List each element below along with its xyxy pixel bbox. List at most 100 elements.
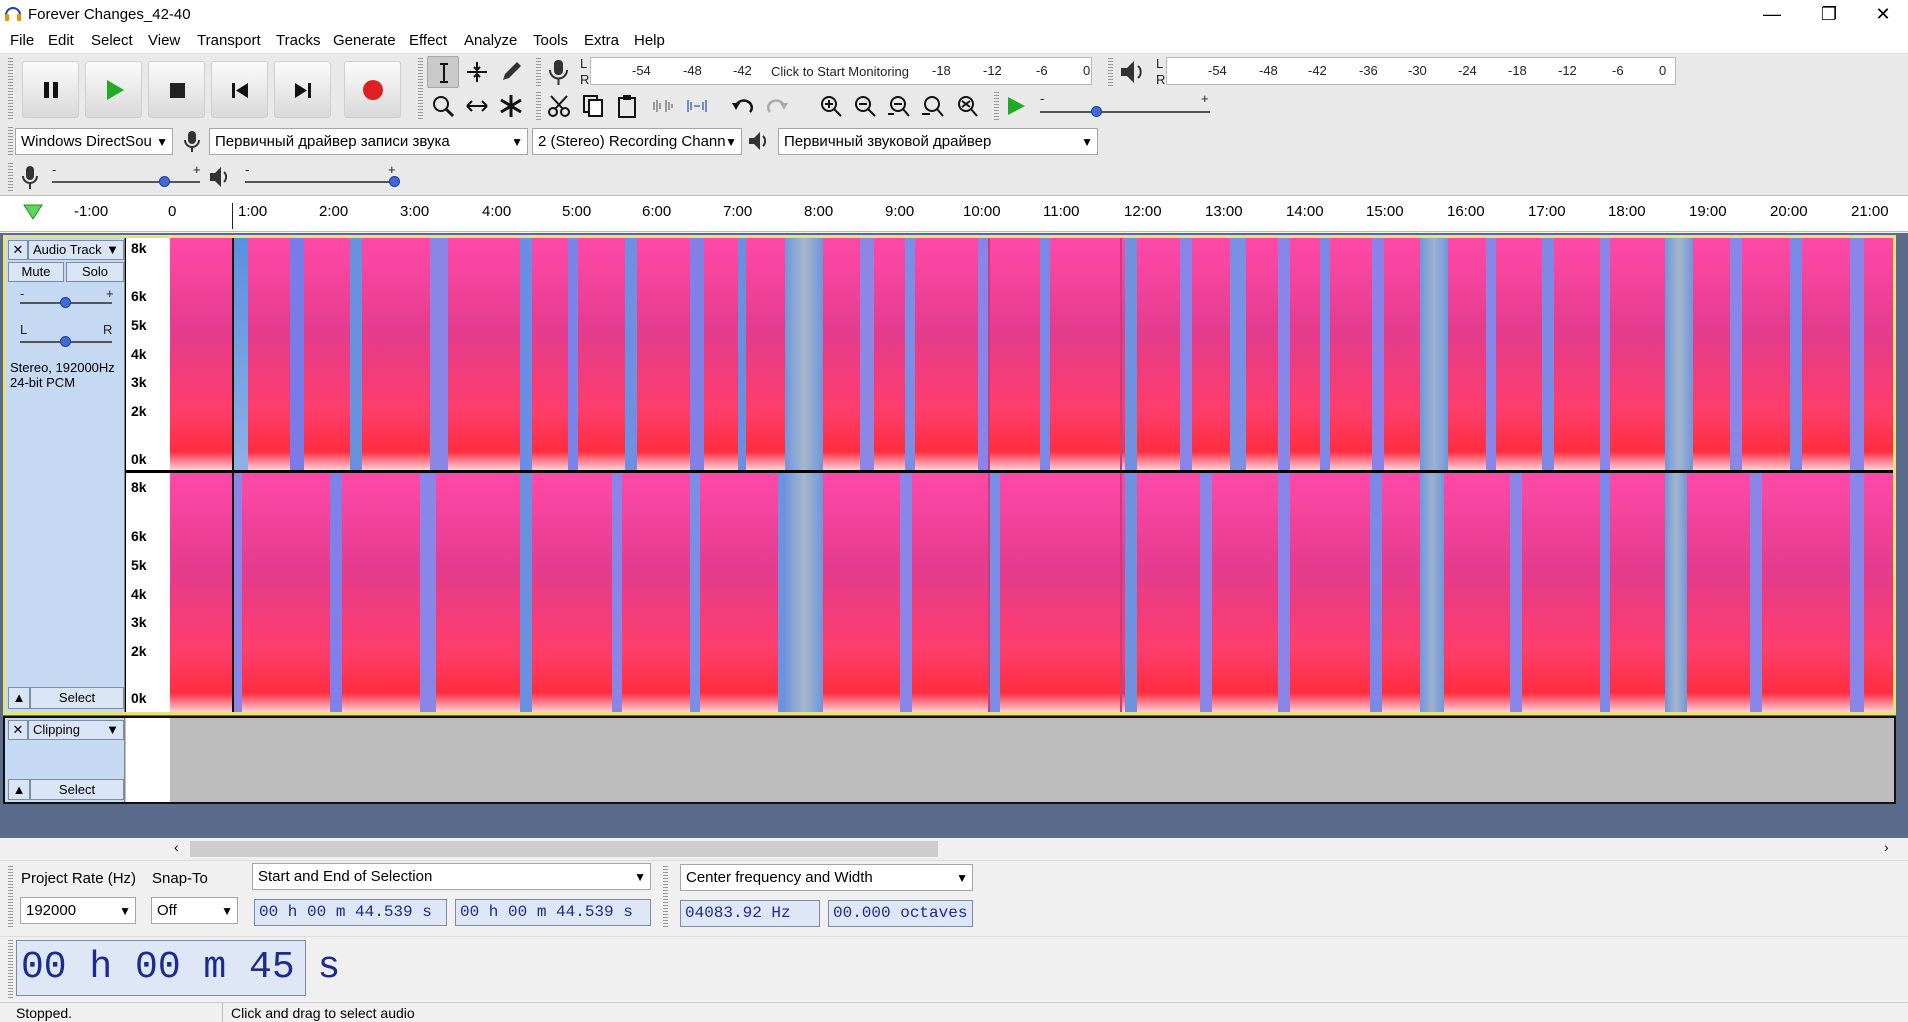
menu-file[interactable]: File bbox=[10, 32, 34, 49]
zoom-toggle-button[interactable] bbox=[951, 90, 983, 122]
menu-view[interactable]: View bbox=[148, 32, 180, 49]
collapse-track-button[interactable]: ▲ bbox=[8, 687, 30, 709]
selection-end-time[interactable]: 00 h 00 m 44.539 s bbox=[455, 899, 651, 926]
solo-button[interactable]: Solo bbox=[66, 262, 124, 282]
selection-mode-select[interactable]: Start and End of Selection ▼ bbox=[252, 863, 651, 890]
frequency-scale[interactable] bbox=[126, 238, 170, 712]
scissors-icon bbox=[548, 95, 570, 117]
record-volume-slider[interactable] bbox=[52, 181, 200, 183]
spectrogram-right-channel[interactable] bbox=[170, 473, 1893, 712]
pause-button[interactable] bbox=[22, 61, 79, 118]
selection-tool[interactable] bbox=[427, 56, 459, 88]
close-track-button[interactable]: ✕ bbox=[8, 240, 28, 260]
play-icon bbox=[1008, 97, 1025, 115]
label-track-menu-button[interactable]: Clipping ▼ bbox=[28, 720, 124, 740]
stop-button[interactable] bbox=[148, 61, 205, 118]
close-label-track-button[interactable]: ✕ bbox=[8, 720, 28, 740]
trim-audio-button[interactable] bbox=[647, 90, 679, 122]
play-at-speed-button[interactable] bbox=[1000, 90, 1032, 122]
selection-start-time[interactable]: 00 h 00 m 44.539 s bbox=[254, 899, 447, 926]
transport-toolbar-grip[interactable] bbox=[8, 58, 13, 120]
selection-toolbar-grip[interactable] bbox=[8, 866, 13, 928]
recording-device-select[interactable]: Первичный драйвер записи звука ▼ bbox=[209, 128, 528, 155]
ruler-label: 0 bbox=[168, 203, 177, 220]
snap-to-select[interactable]: Off ▼ bbox=[151, 897, 238, 924]
fit-project-button[interactable] bbox=[917, 90, 949, 122]
collapse-label-track-button[interactable]: ▲ bbox=[8, 779, 30, 800]
chevron-down-icon: ▼ bbox=[1081, 135, 1093, 149]
record-meter-button[interactable] bbox=[544, 57, 574, 87]
status-divider bbox=[222, 1003, 223, 1022]
record-button[interactable] bbox=[344, 61, 401, 118]
menu-select[interactable]: Select bbox=[91, 32, 133, 49]
menu-effect[interactable]: Effect bbox=[409, 32, 447, 49]
menu-tracks[interactable]: Tracks bbox=[276, 32, 320, 49]
scrollbar-thumb[interactable] bbox=[190, 841, 938, 857]
spectral-mode-select[interactable]: Center frequency and Width ▼ bbox=[680, 864, 973, 891]
tools-toolbar-grip[interactable] bbox=[418, 58, 423, 120]
freq-label: 2k bbox=[131, 403, 147, 419]
center-frequency-field[interactable]: 04083.92 Hz bbox=[680, 900, 820, 927]
time-toolbar-grip[interactable] bbox=[8, 940, 13, 998]
zoom-in-button[interactable] bbox=[815, 90, 847, 122]
mixer-toolbar-grip[interactable] bbox=[8, 163, 13, 191]
playback-volume-slider[interactable] bbox=[245, 181, 395, 183]
play-button[interactable] bbox=[85, 61, 142, 118]
scroll-right-arrow[interactable]: › bbox=[1884, 839, 1889, 855]
undo-button[interactable] bbox=[727, 90, 759, 122]
time-shift-tool[interactable] bbox=[461, 90, 493, 122]
record-meter-grip[interactable] bbox=[536, 58, 541, 88]
edit-toolbar-grip[interactable] bbox=[536, 92, 541, 122]
playback-volume-knob[interactable] bbox=[389, 176, 400, 187]
fit-selection-button[interactable] bbox=[883, 90, 915, 122]
project-rate-select[interactable]: 192000 ▼ bbox=[20, 897, 136, 924]
gain-knob[interactable] bbox=[60, 297, 71, 308]
cut-button[interactable] bbox=[543, 90, 575, 122]
recording-channels-select[interactable]: 2 (Stereo) Recording Chann ▼ bbox=[532, 128, 742, 155]
copy-button[interactable] bbox=[577, 90, 609, 122]
menu-extra[interactable]: Extra bbox=[584, 32, 619, 49]
pan-knob[interactable] bbox=[60, 336, 71, 347]
redo-button[interactable] bbox=[761, 90, 793, 122]
scroll-left-arrow[interactable]: ‹ bbox=[174, 839, 179, 855]
playback-meter-grip[interactable] bbox=[1108, 58, 1113, 88]
zoom-tool[interactable] bbox=[427, 90, 459, 122]
device-toolbar-grip[interactable] bbox=[8, 127, 13, 157]
envelope-tool[interactable] bbox=[461, 56, 493, 88]
playback-speed-slider[interactable] bbox=[1040, 111, 1210, 113]
close-window-button[interactable]: ✕ bbox=[1858, 0, 1908, 30]
label-track[interactable] bbox=[3, 716, 1896, 804]
select-label-track-button[interactable]: Select bbox=[30, 779, 124, 800]
skip-to-end-button[interactable] bbox=[274, 61, 331, 118]
playback-device-select[interactable]: Первичный звуковой драйвер ▼ bbox=[778, 128, 1098, 155]
playback-speed-knob[interactable] bbox=[1091, 106, 1102, 117]
menu-help[interactable]: Help bbox=[634, 32, 665, 49]
minimize-button[interactable]: — bbox=[1747, 0, 1797, 30]
audio-position-display[interactable]: 00 h 00 m 45 s bbox=[16, 940, 340, 996]
skip-to-start-button[interactable] bbox=[211, 61, 268, 118]
zoom-out-button[interactable] bbox=[849, 90, 881, 122]
playback-meter-button[interactable] bbox=[1118, 57, 1148, 87]
bandwidth-field[interactable]: 00.000 octaves bbox=[828, 900, 973, 927]
menu-transport[interactable]: Transport bbox=[197, 32, 261, 49]
menu-tools[interactable]: Tools bbox=[533, 32, 568, 49]
play-at-speed-grip[interactable] bbox=[994, 92, 999, 122]
record-volume-knob[interactable] bbox=[159, 176, 170, 187]
spectral-toolbar-grip[interactable] bbox=[663, 866, 668, 928]
paste-button[interactable] bbox=[611, 90, 643, 122]
multi-tool[interactable] bbox=[495, 90, 527, 122]
playback-meter-tick: -12 bbox=[1558, 63, 1577, 78]
menu-generate[interactable]: Generate bbox=[333, 32, 396, 49]
track-menu-button[interactable]: Audio Track ▼ bbox=[28, 240, 124, 260]
select-track-button[interactable]: Select bbox=[30, 687, 124, 709]
menu-analyze[interactable]: Analyze bbox=[464, 32, 517, 49]
spectrogram-left-channel[interactable] bbox=[170, 238, 1893, 470]
menu-edit[interactable]: Edit bbox=[48, 32, 74, 49]
draw-tool[interactable] bbox=[495, 56, 527, 88]
maximize-button[interactable]: ❐ bbox=[1804, 0, 1854, 30]
mute-button[interactable]: Mute bbox=[8, 262, 64, 282]
silence-audio-button[interactable] bbox=[681, 90, 713, 122]
start-monitoring-prompt[interactable]: Click to Start Monitoring bbox=[771, 64, 909, 79]
audio-host-select[interactable]: Windows DirectSou ▼ bbox=[15, 128, 173, 155]
pinned-head-icon[interactable] bbox=[22, 203, 44, 221]
